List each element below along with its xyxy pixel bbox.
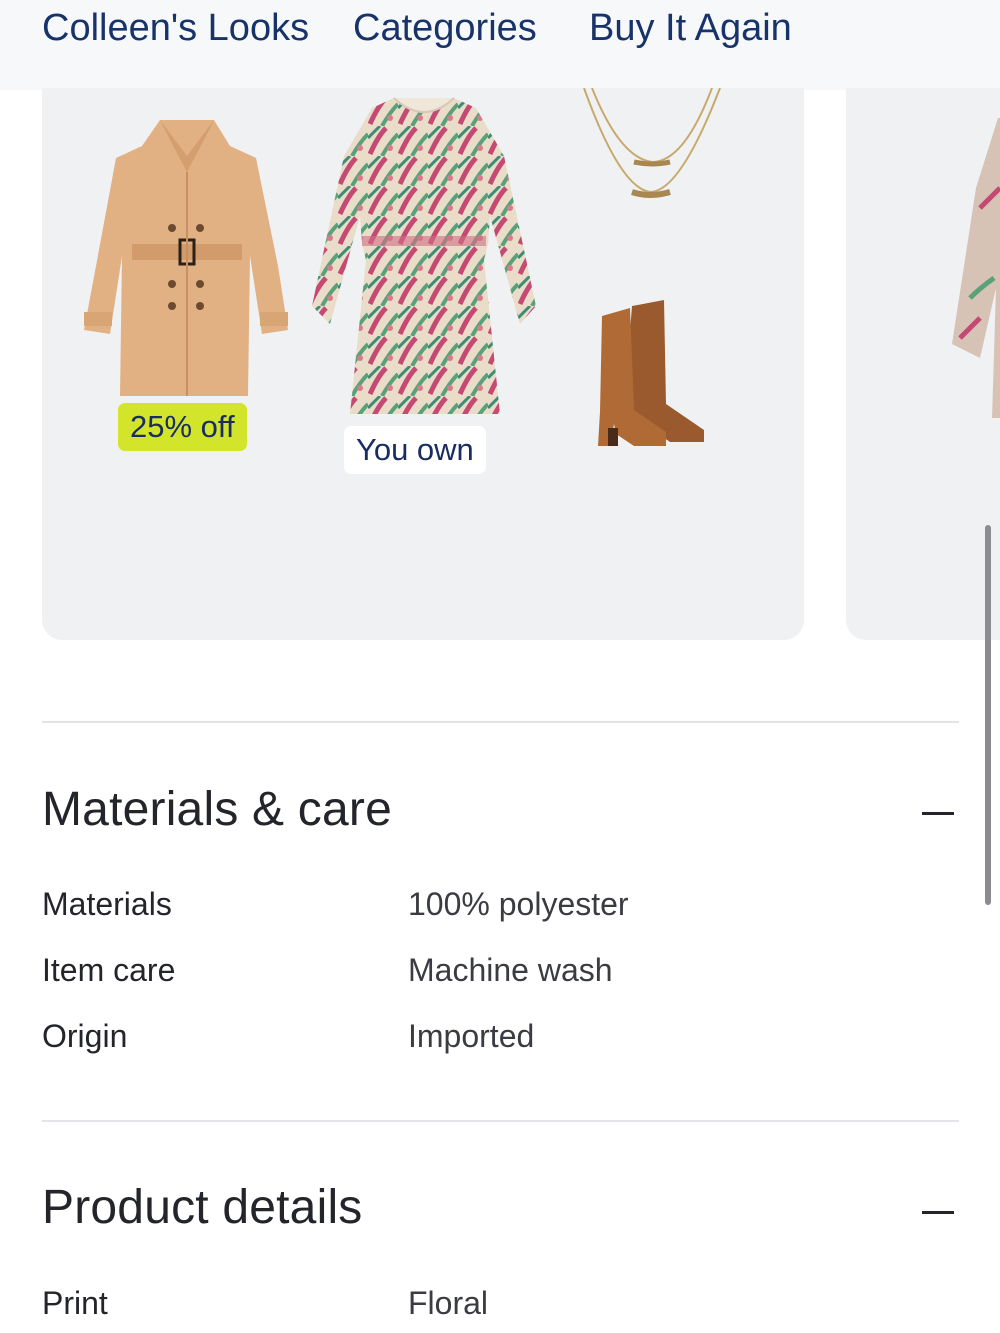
trench-coat-image[interactable] <box>80 116 294 406</box>
top-nav: Colleen's Looks Categories Buy It Again <box>0 0 1000 90</box>
collapse-icon[interactable] <box>922 1211 954 1214</box>
floral-dress-image[interactable] <box>308 96 540 421</box>
item-care-label: Item care <box>42 952 176 988</box>
look-card[interactable]: 25% off You own <box>42 88 804 640</box>
materials-value: 100% polyester <box>408 886 629 922</box>
nav-link-colleens-looks[interactable]: Colleen's Looks <box>42 4 309 52</box>
print-value: Floral <box>408 1285 489 1321</box>
origin-label: Origin <box>42 1018 128 1054</box>
section-divider <box>42 721 959 723</box>
product-details-heading: Product details <box>42 1181 363 1234</box>
necklace-image[interactable] <box>580 88 724 220</box>
print-label: Print <box>42 1285 108 1321</box>
sale-badge: 25% off <box>118 403 247 451</box>
boots-image[interactable] <box>594 300 706 448</box>
floral-dress-image[interactable] <box>950 118 1000 418</box>
collapse-icon[interactable] <box>922 812 954 815</box>
materials-label: Materials <box>42 886 172 922</box>
nav-link-buy-it-again[interactable]: Buy It Again <box>589 4 792 52</box>
materials-care-heading: Materials & care <box>42 783 392 836</box>
origin-value: Imported <box>408 1018 535 1054</box>
item-care-value: Machine wash <box>408 952 613 988</box>
look-card-next[interactable] <box>846 88 1000 640</box>
section-divider <box>42 1120 959 1122</box>
scrollbar[interactable] <box>985 525 991 905</box>
owned-badge: You own <box>344 426 486 474</box>
nav-link-categories[interactable]: Categories <box>353 4 537 52</box>
